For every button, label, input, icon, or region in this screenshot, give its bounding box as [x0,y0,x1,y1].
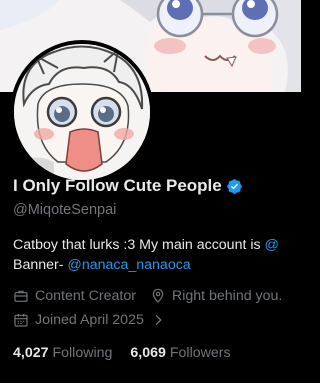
profile-meta-row: Content Creator Right behind you. [13,288,282,304]
handle: @MiqoteSenpai [13,202,117,218]
followers-label: Followers [169,345,231,361]
banner-credit-link[interactable]: @nanaca_nanaoca [67,257,190,273]
calendar-icon [14,314,28,327]
bio-mention-link[interactable]: @ [265,237,279,253]
bio-line-2: Banner- @nanaca_nanaoca [13,255,313,275]
following-link[interactable]: 4,027 Following [13,345,112,361]
display-name: I Only Follow Cute People [13,176,222,195]
name-row: I Only Follow Cute People [13,176,243,196]
verified-badge-icon[interactable] [226,178,243,195]
bio-text-1: Catboy that lurks :3 My main account is [13,237,265,253]
bio: Catboy that lurks :3 My main account is … [13,235,313,275]
followers-count: 6,069 [130,345,166,361]
profile-category: Content Creator [35,288,136,304]
following-label: Following [52,345,113,361]
bio-line-1: Catboy that lurks :3 My main account is … [13,235,313,255]
avatar-image [14,44,150,180]
joined-row[interactable]: Joined April 2025 [13,312,166,328]
bio-text-2: Banner- [13,257,68,273]
briefcase-icon [14,290,28,302]
profile-location: Right behind you. [171,288,283,304]
avatar[interactable] [10,40,154,184]
followers-link[interactable]: 6,069 Followers [130,345,230,361]
following-count: 4,027 [13,345,49,361]
location-pin-icon [152,288,164,303]
joined-date: Joined April 2025 [35,312,144,328]
follow-stats: 4,027 Following 6,069 Followers [13,345,231,361]
chevron-right-icon[interactable] [150,312,166,328]
